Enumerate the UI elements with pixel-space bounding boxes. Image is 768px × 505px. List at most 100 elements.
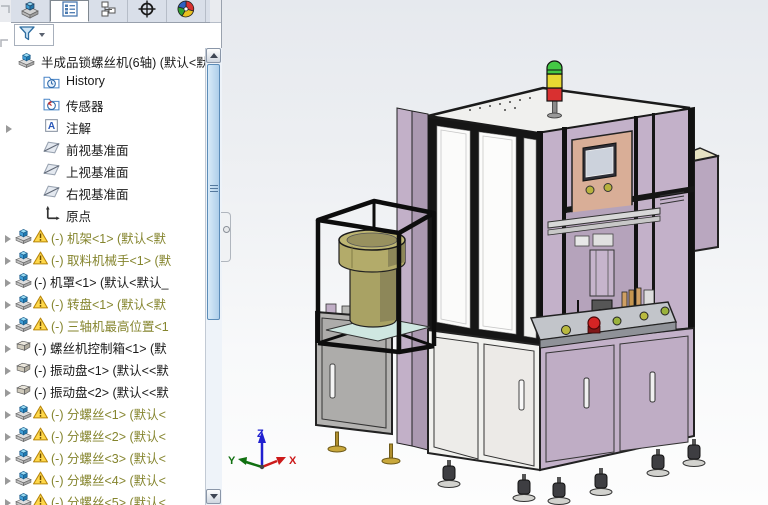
- window-corner-marks: [0, 5, 10, 47]
- expand-arrow-icon[interactable]: [4, 341, 12, 357]
- console-button: [639, 311, 649, 321]
- triad-y-label: Y: [228, 455, 236, 467]
- caret-down-icon[interactable]: [39, 33, 45, 37]
- tab-configurations[interactable]: [89, 0, 128, 22]
- tree-item-19[interactable]: (-) 分螺丝<4> (默认<: [0, 467, 205, 489]
- expand-arrow-icon[interactable]: [4, 451, 12, 467]
- expand-arrow-icon[interactable]: [4, 429, 12, 445]
- tree-item-7[interactable]: 原点: [0, 203, 205, 225]
- tab-features[interactable]: [11, 0, 50, 22]
- expand-arrow-icon[interactable]: [4, 495, 12, 505]
- warning-icon: [33, 295, 48, 313]
- feature-manager-tab-bar: [11, 0, 210, 23]
- expand-arrow-icon[interactable]: [4, 385, 12, 401]
- tree-item-9[interactable]: (-) 取料机械手<1> (默: [0, 247, 205, 269]
- dimxpert-target-icon: [137, 0, 157, 24]
- tree-item-label: (-) 转盘<1> (默认<默: [51, 298, 166, 312]
- splitter-dot-icon: [223, 226, 230, 233]
- plane-icon: [43, 139, 60, 159]
- feature-tree: 半成品锁螺丝机(6轴) (默认<默 History 传感器 A 注解 前视基准面上视基准面…: [0, 49, 205, 505]
- tab-properties[interactable]: [50, 0, 89, 22]
- configuration-manager-icon: [98, 0, 118, 24]
- assembly-icon: [15, 315, 32, 335]
- tree-item-16[interactable]: (-) 分螺丝<1> (默认<: [0, 401, 205, 423]
- expand-arrow-icon[interactable]: [4, 473, 12, 489]
- assembly-icon: [15, 249, 32, 269]
- tree-item-1[interactable]: History: [0, 71, 205, 93]
- tree-item-3[interactable]: A 注解: [0, 115, 205, 137]
- warning-icon: [33, 427, 48, 445]
- tree-item-label: (-) 三轴机最高位置<1: [51, 320, 169, 334]
- scrollbar-thumb[interactable]: [207, 64, 220, 320]
- tree-item-8[interactable]: (-) 机架<1> (默认<默: [0, 225, 205, 247]
- scroll-up-icon: [209, 53, 218, 58]
- warning-icon: [33, 449, 48, 467]
- part-icon: [15, 359, 32, 379]
- tree-item-18[interactable]: (-) 分螺丝<3> (默认<: [0, 445, 205, 467]
- orientation-triad: Z X Y: [228, 428, 297, 470]
- console-button: [660, 306, 670, 316]
- scroll-up-button[interactable]: [206, 48, 221, 63]
- tree-item-label: (-) 螺丝机控制箱<1> (默: [34, 342, 167, 356]
- panel-button: [585, 185, 595, 195]
- display-colorwheel-icon: [176, 0, 196, 24]
- warning-icon: [33, 251, 48, 269]
- tree-item-14[interactable]: (-) 振动盘<1> (默认<<默: [0, 357, 205, 379]
- tree-item-11[interactable]: (-) 转盘<1> (默认<默: [0, 291, 205, 313]
- assembly-icon: [15, 425, 32, 445]
- tree-item-label: (-) 分螺丝<4> (默认<: [51, 474, 166, 488]
- tree-item-20[interactable]: (-) 分螺丝<5> (默认<: [0, 489, 205, 505]
- tabbar-right-sliver: [210, 0, 221, 23]
- tree-item-0[interactable]: 半成品锁螺丝机(6轴) (默认<默: [0, 49, 205, 71]
- model-control-screen-panel: [571, 130, 633, 217]
- tree-item-10[interactable]: (-) 机罩<1> (默认<默认_: [0, 269, 205, 291]
- triad-x-label: X: [289, 455, 297, 467]
- warning-icon: [33, 493, 48, 505]
- tree-item-label: 注解: [66, 122, 92, 136]
- assembly-icon: [15, 403, 32, 423]
- part-icon: [15, 381, 32, 401]
- panel-button: [603, 183, 613, 192]
- assembly-icon: [15, 227, 32, 247]
- featuremanager-tree-icon: [20, 0, 40, 24]
- property-manager-icon: [60, 0, 80, 24]
- expand-arrow-icon[interactable]: [4, 407, 12, 423]
- expand-arrow-icon[interactable]: [5, 121, 13, 137]
- tree-item-label: (-) 振动盘<2> (默认<<默: [34, 386, 169, 400]
- assembly-icon: [15, 447, 32, 467]
- tree-filter-box[interactable]: [14, 24, 54, 46]
- tree-item-17[interactable]: (-) 分螺丝<2> (默认<: [0, 423, 205, 445]
- assembly-icon: [15, 271, 32, 291]
- expand-arrow-icon[interactable]: [4, 275, 12, 291]
- tree-item-label: (-) 振动盘<1> (默认<<默: [34, 364, 169, 378]
- model-left-column: [396, 107, 429, 451]
- filter-funnel-icon[interactable]: [18, 24, 36, 47]
- tree-scrollbar[interactable]: [205, 48, 222, 505]
- scroll-down-icon: [209, 494, 218, 499]
- expand-arrow-icon[interactable]: [4, 231, 12, 247]
- expand-arrow-icon[interactable]: [4, 319, 12, 335]
- model-glass-doors: [428, 118, 540, 345]
- expand-arrow-icon[interactable]: [4, 363, 12, 379]
- svg-text:A: A: [48, 121, 56, 132]
- tree-item-15[interactable]: (-) 振动盘<2> (默认<<默: [0, 379, 205, 401]
- tab-dimxpert[interactable]: [128, 0, 167, 22]
- triad-z-label: Z: [257, 428, 264, 440]
- tree-item-5[interactable]: 上视基准面: [0, 159, 205, 181]
- scroll-down-button[interactable]: [206, 489, 221, 504]
- tab-display[interactable]: [167, 0, 206, 22]
- tree-item-6[interactable]: 右视基准面: [0, 181, 205, 203]
- expand-arrow-icon[interactable]: [4, 297, 12, 313]
- warning-icon: [33, 405, 48, 423]
- expand-arrow-icon[interactable]: [4, 253, 12, 269]
- panel-splitter-handle[interactable]: [221, 212, 231, 262]
- tree-item-4[interactable]: 前视基准面: [0, 137, 205, 159]
- tree-item-label: (-) 分螺丝<5> (默认<: [51, 496, 166, 505]
- tree-item-label: 右视基准面: [66, 188, 129, 202]
- tree-item-2[interactable]: 传感器: [0, 93, 205, 115]
- feature-manager-panel: 半成品锁螺丝机(6轴) (默认<默 History 传感器 A 注解 前视基准面上视基准面…: [0, 0, 222, 505]
- tree-item-13[interactable]: (-) 螺丝机控制箱<1> (默: [0, 335, 205, 357]
- tree-item-label: 上视基准面: [66, 166, 129, 180]
- tree-item-12[interactable]: (-) 三轴机最高位置<1: [0, 313, 205, 335]
- tree-item-label: (-) 机架<1> (默认<默: [51, 232, 166, 246]
